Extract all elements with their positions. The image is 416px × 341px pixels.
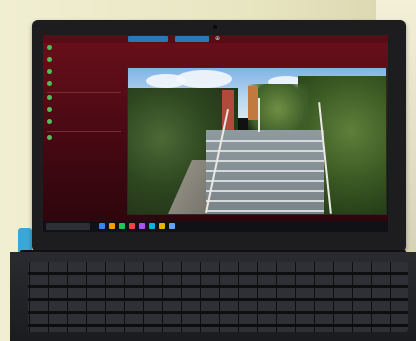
photo-cloud — [176, 70, 232, 88]
green-dot-icon — [47, 57, 52, 62]
screen-top-bar: ⊕ — [43, 35, 388, 43]
photo-stair-step — [206, 140, 324, 142]
keyboard[interactable] — [28, 262, 408, 332]
photo-building — [248, 86, 258, 120]
taskbar-search-box[interactable] — [46, 223, 90, 230]
photo-lamp-post — [258, 98, 260, 132]
green-dot-icon — [47, 95, 52, 100]
green-dot-icon — [47, 45, 52, 50]
taskbar-app-icon[interactable] — [169, 223, 175, 229]
taskbar-app-icon[interactable] — [99, 223, 105, 229]
panel-divider — [47, 92, 121, 93]
photo-stair-step — [206, 190, 324, 192]
green-dot-icon — [47, 107, 52, 112]
metric-row — [47, 119, 123, 127]
green-dot-icon — [47, 81, 52, 86]
photo-viewer-window[interactable] — [127, 67, 387, 215]
green-dot-icon — [47, 119, 52, 124]
green-dot-icon — [47, 69, 52, 74]
taskbar-app-icon[interactable] — [149, 223, 155, 229]
taskbar-app-icon[interactable] — [159, 223, 165, 229]
metric-row — [47, 107, 123, 115]
photo-stair-step — [206, 180, 324, 182]
table-row — [47, 183, 123, 188]
top-bar-chip-2[interactable] — [175, 36, 209, 42]
metric-row — [47, 69, 123, 77]
metric-row — [47, 45, 123, 53]
green-dot-icon — [47, 135, 52, 140]
panel-divider — [47, 131, 121, 132]
metric-row — [47, 81, 123, 89]
photo-stair-step — [206, 160, 324, 162]
webcam-icon — [213, 25, 217, 29]
metric-row — [47, 57, 123, 65]
photo-stair-step — [206, 150, 324, 152]
taskbar — [43, 221, 388, 232]
laptop-screen: ⊕ — [43, 35, 388, 232]
photo-stair-step — [206, 170, 324, 172]
system-monitor-panel — [47, 45, 123, 215]
metric-row — [47, 95, 123, 103]
laptop-brand-label — [190, 241, 230, 249]
taskbar-app-icon[interactable] — [109, 223, 115, 229]
process-table — [47, 153, 123, 188]
photo-stairs — [206, 130, 324, 214]
top-bar-icon[interactable]: ⊕ — [215, 35, 220, 43]
metric-row — [47, 135, 123, 143]
photo-stair-step — [206, 200, 324, 202]
taskbar-app-icon[interactable] — [119, 223, 125, 229]
taskbar-app-icon[interactable] — [139, 223, 145, 229]
photo-stair-step — [206, 210, 324, 212]
taskbar-app-icon[interactable] — [129, 223, 135, 229]
top-bar-chip-1[interactable] — [128, 36, 168, 42]
